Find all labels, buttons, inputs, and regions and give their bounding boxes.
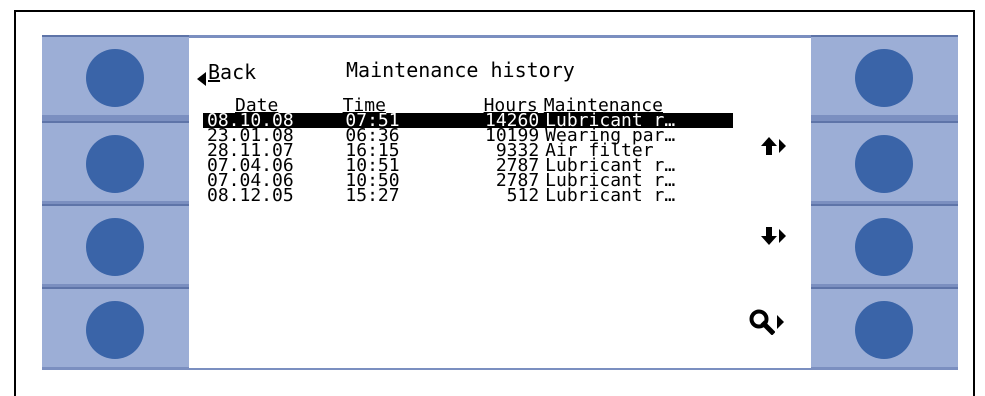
left-softkey-2[interactable] [42,121,189,201]
up-arrow-icon [761,137,777,155]
softkey-knob[interactable] [86,49,144,107]
softkey-pointer-icon [777,315,784,329]
softkey-knob[interactable] [86,135,144,193]
cell-time: 15:27 [345,185,400,206]
softkey-pointer-icon [779,139,786,153]
cell-hours: 512 [506,185,540,206]
cell-date: 08.12.05 [207,185,294,206]
softkey-pointer-icon [779,229,786,243]
left-softkey-3[interactable] [42,204,189,284]
scroll-down-button[interactable] [761,227,786,245]
right-softkey-2[interactable] [811,121,958,201]
softkey-knob[interactable] [86,301,144,359]
left-softkey-1[interactable] [42,35,189,115]
outer-frame-left [14,10,16,396]
right-softkey-4[interactable] [811,287,958,367]
magnifier-icon [749,309,775,335]
outer-frame-top [14,10,975,12]
cell-maintenance: Lubricant r… [545,185,676,206]
back-button[interactable]: Back [197,58,256,86]
softkey-knob[interactable] [86,218,144,276]
left-softkeys [42,35,189,370]
back-arrow-icon [197,72,206,86]
table-row[interactable]: 08.12.05 15:27 512 Lubricant r… [203,185,733,206]
search-button[interactable] [749,309,784,335]
page-title: Maintenance history [346,58,575,82]
scroll-up-button[interactable] [761,137,786,155]
right-softkey-1[interactable] [811,35,958,115]
down-arrow-icon [761,227,777,245]
softkey-knob[interactable] [855,218,913,276]
outer-frame-right [973,10,975,396]
right-softkey-3[interactable] [811,204,958,284]
right-softkeys [811,35,958,370]
left-softkey-4[interactable] [42,287,189,367]
softkey-knob[interactable] [855,49,913,107]
softkey-knob[interactable] [855,135,913,193]
display-screen: Back Maintenance history Date Time Hours… [189,38,811,368]
maintenance-table: Date Time Hours Maintenance 08.10.08 07:5… [203,97,733,206]
back-label: Back [208,60,257,84]
softkey-knob[interactable] [855,301,913,359]
